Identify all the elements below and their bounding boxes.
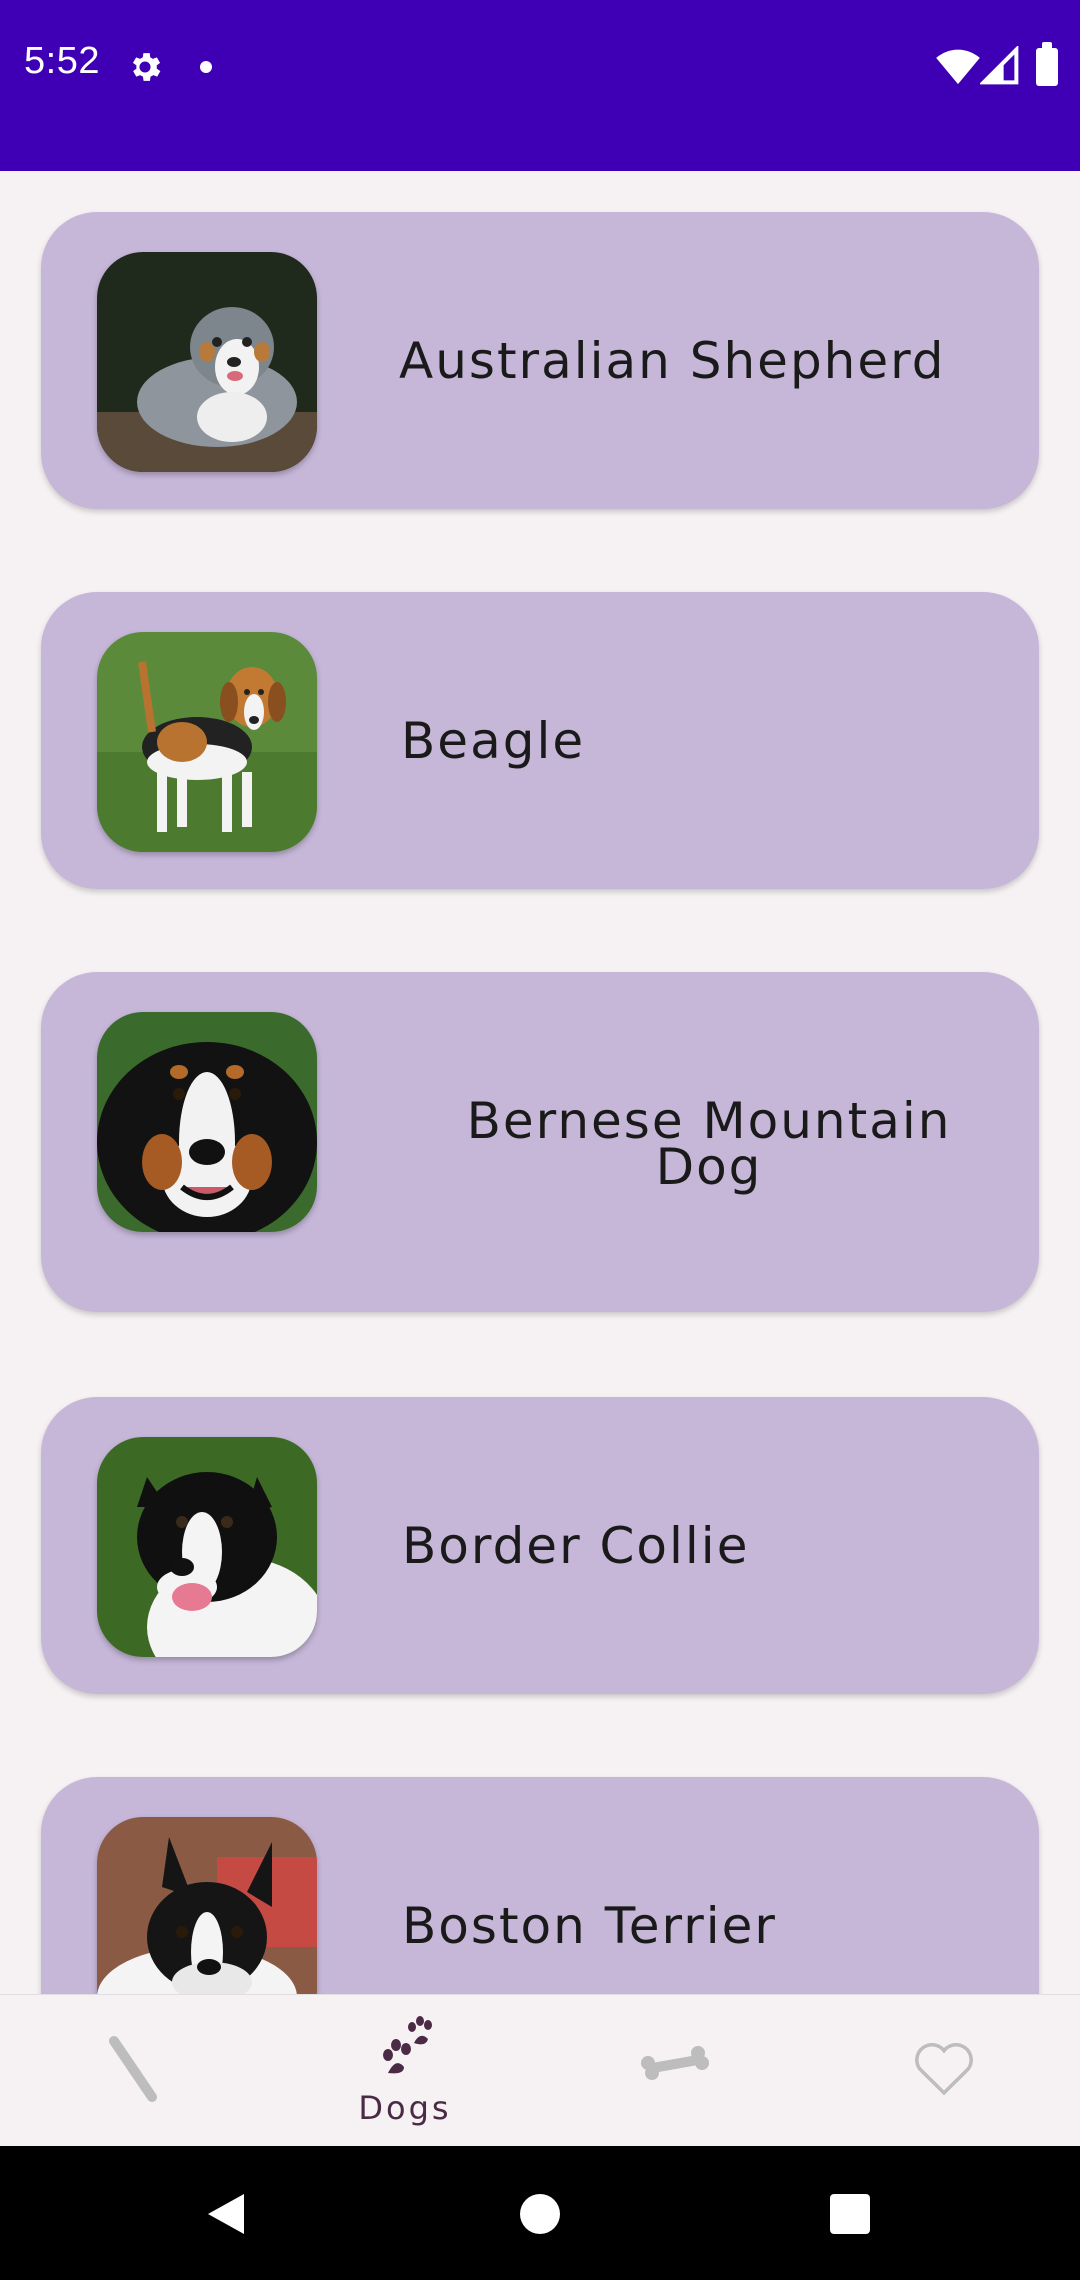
status-time: 5:52 <box>24 40 100 82</box>
dog-photo-boston-terrier <box>97 1817 317 1994</box>
dog-list[interactable]: Australian Shepherd Beagle Bernese Mount… <box>0 171 1080 1994</box>
recents-icon[interactable] <box>830 2194 870 2234</box>
nav-item-favorites[interactable] <box>810 1995 1080 2147</box>
nav-item-dogs[interactable]: Dogs <box>270 1995 540 2147</box>
nav-label-dogs: Dogs <box>358 2089 452 2127</box>
pencil-icon <box>108 2035 164 2109</box>
back-icon[interactable] <box>204 2190 248 2242</box>
system-navigation-bar <box>0 2146 1080 2280</box>
dog-card-beagle[interactable]: Beagle <box>41 592 1039 889</box>
dog-name: Bernese Mountain Dog <box>466 1092 952 1196</box>
status-bar: 5:52 <box>0 0 1080 171</box>
dog-name: Border Collie <box>402 1517 750 1575</box>
dog-name: Australian Shepherd <box>399 332 946 390</box>
dog-card-boston-terrier[interactable]: Boston Terrier <box>41 1777 1039 1994</box>
dog-card-australian-shepherd[interactable]: Australian Shepherd <box>41 212 1039 509</box>
home-icon[interactable] <box>520 2194 560 2234</box>
wifi-icon <box>936 46 980 90</box>
gear-icon <box>126 48 164 90</box>
paw-icon <box>374 2015 436 2081</box>
dog-photo-australian-shepherd <box>97 252 317 472</box>
dog-photo-bernese-mountain-dog <box>97 1012 317 1232</box>
bone-icon <box>640 2043 710 2087</box>
battery-icon <box>1036 42 1058 86</box>
dog-name: Boston Terrier <box>402 1897 777 1955</box>
bottom-navigation: Dogs <box>0 1994 1080 2147</box>
signal-icon <box>978 44 1020 90</box>
dog-name: Beagle <box>401 712 586 770</box>
dog-card-border-collie[interactable]: Border Collie <box>41 1397 1039 1694</box>
nav-item-edit[interactable] <box>0 1995 270 2147</box>
dog-photo-beagle <box>97 632 317 852</box>
heart-icon <box>910 2037 978 2101</box>
dog-photo-border-collie <box>97 1437 317 1657</box>
dog-card-bernese-mountain-dog[interactable]: Bernese Mountain Dog <box>41 972 1039 1312</box>
notification-dot-icon <box>200 61 212 73</box>
nav-item-bone[interactable] <box>540 1995 810 2147</box>
